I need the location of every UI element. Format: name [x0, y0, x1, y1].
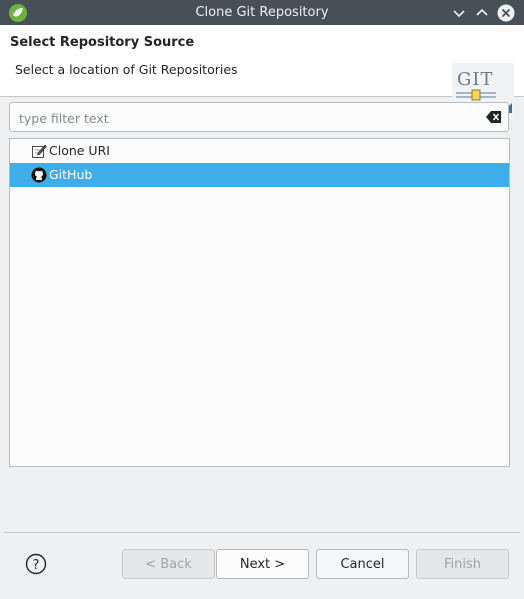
filter-input[interactable]: [17, 103, 481, 133]
clear-filter-icon[interactable]: [486, 110, 502, 124]
tree-item-clone-uri[interactable]: Clone URI: [10, 139, 509, 163]
svg-text:?: ?: [33, 558, 40, 573]
repository-source-tree: Clone URI GitHub: [9, 138, 510, 467]
cancel-button[interactable]: Cancel: [316, 549, 409, 579]
page-title: Select Repository Source: [10, 35, 195, 50]
tree-item-label: Clone URI: [49, 143, 110, 158]
clone-uri-icon: [32, 144, 47, 158]
wizard-header: Select Repository Source Select a locati…: [0, 25, 524, 117]
help-icon[interactable]: ?: [25, 553, 47, 575]
tree-item-github[interactable]: GitHub: [10, 163, 509, 187]
next-button[interactable]: Next >: [216, 549, 309, 579]
tree-item-label: GitHub: [49, 167, 93, 182]
close-icon[interactable]: [497, 4, 515, 22]
clone-git-repository-dialog: Clone Git Repository Select Repository S…: [0, 0, 524, 599]
page-description: Select a location of Git Repositories: [15, 62, 238, 77]
maximize-chevron-icon[interactable]: [473, 4, 491, 22]
footer-divider: [4, 532, 520, 533]
back-button[interactable]: < Back: [122, 549, 215, 579]
finish-button[interactable]: Finish: [416, 549, 509, 579]
title-bar: Clone Git Repository: [0, 0, 524, 25]
filter-field[interactable]: [9, 102, 509, 133]
window-title: Clone Git Repository: [195, 5, 329, 20]
minimize-chevron-icon[interactable]: [450, 4, 468, 22]
svg-text:GIT: GIT: [457, 69, 494, 90]
github-icon: [31, 167, 47, 183]
